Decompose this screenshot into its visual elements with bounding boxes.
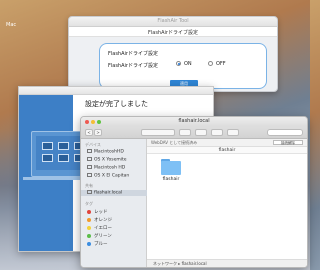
- tags-header: タグ: [85, 201, 93, 206]
- installer-titlebar[interactable]: [19, 87, 213, 95]
- action-gear-icon[interactable]: [195, 129, 207, 136]
- off-radio[interactable]: [208, 61, 213, 66]
- finder-sidebar: デバイス MacintoshHD OS X Yosemite Macintosh…: [81, 139, 147, 267]
- sidebar-tag-green[interactable]: グリーン: [87, 233, 112, 239]
- drive-label: FlashAirドライブ設定: [108, 63, 158, 69]
- sidebar-item-device[interactable]: MacintoshHD: [87, 149, 124, 155]
- disconnect-button[interactable]: 接続解除: [273, 140, 303, 145]
- section-label: FlashAirドライブ設定: [108, 51, 158, 57]
- folder-label[interactable]: flashair: [155, 177, 187, 182]
- window-title: FlashAir Tool: [157, 18, 189, 24]
- installer-illustration-pane: [19, 95, 139, 251]
- back-button[interactable]: <: [85, 129, 93, 136]
- search-input[interactable]: [267, 129, 303, 136]
- finder-titlebar[interactable]: flashair.local: [81, 117, 307, 127]
- off-label: OFF: [216, 61, 226, 67]
- finder-window: flashair.local < > デバイス MacintoshHD OS X…: [80, 116, 308, 268]
- settings-panel: FlashAirドライブ設定 FlashAirドライブ設定 ON OFF 適用: [99, 43, 267, 89]
- arrange-icon[interactable]: [179, 129, 191, 136]
- flashair-settings-window: FlashAir Tool FlashAirドライブ設定 FlashAirドライ…: [68, 16, 278, 92]
- sidebar-tag-orange[interactable]: オレンジ: [87, 217, 112, 223]
- network-drive-icon: [87, 190, 92, 194]
- path-bar: ネットワーク ▸ flashair.local: [147, 259, 307, 267]
- tag-dot-icon: [87, 209, 91, 214]
- share-icon[interactable]: [211, 129, 223, 136]
- disk-icon: [87, 149, 92, 153]
- brand-text: Mac: [6, 22, 17, 28]
- path-segment-flashair[interactable]: flashair.local: [182, 261, 207, 266]
- finder-title: flashair.local: [178, 118, 210, 124]
- column-title: flashair: [218, 148, 236, 153]
- tag-dot-icon: [87, 233, 91, 238]
- on-radio[interactable]: [176, 61, 181, 66]
- tags-icon[interactable]: [227, 129, 239, 136]
- tag-dot-icon: [87, 225, 91, 230]
- view-mode-icon[interactable]: [141, 129, 175, 136]
- shared-header: 共有: [85, 183, 93, 188]
- sidebar-item-flashair[interactable]: flashair.local: [81, 190, 147, 196]
- settings-header: FlashAirドライブ設定: [69, 27, 277, 37]
- connection-status: WebDAV として接続済み: [151, 140, 198, 145]
- forward-button[interactable]: >: [94, 129, 102, 136]
- header-title: FlashAirドライブ設定: [148, 30, 198, 36]
- sidebar-tag-blue[interactable]: ブルー: [87, 241, 108, 247]
- tag-dot-icon: [87, 241, 91, 246]
- folder-icon[interactable]: [161, 159, 181, 175]
- devices-header: デバイス: [85, 142, 101, 147]
- column-header: flashair: [147, 147, 307, 154]
- path-text: ネットワーク ▸ flashair.local: [153, 261, 207, 267]
- sidebar-item-device[interactable]: Macintosh HD: [87, 165, 125, 171]
- disk-icon: [87, 173, 92, 177]
- finder-toolbar: < >: [81, 127, 307, 139]
- on-label: ON: [184, 61, 192, 67]
- sidebar-item-device[interactable]: OS X El Capitan: [87, 173, 129, 179]
- sidebar-tag-red[interactable]: レッド: [87, 209, 108, 215]
- installer-title: 設定が完了しました: [85, 100, 148, 108]
- window-titlebar[interactable]: FlashAir Tool: [69, 17, 277, 27]
- sidebar-tag-yellow[interactable]: イエロー: [87, 225, 112, 231]
- path-segment-network[interactable]: ネットワーク: [153, 261, 177, 266]
- finder-content: WebDAV として接続済み 接続解除 flashair flashair: [147, 139, 307, 267]
- sidebar-item-device[interactable]: OS X Yosemite: [87, 157, 127, 163]
- disk-icon: [87, 165, 92, 169]
- connection-infobar: WebDAV として接続済み 接続解除: [147, 139, 307, 147]
- tag-dot-icon: [87, 217, 91, 222]
- disk-icon: [87, 157, 92, 161]
